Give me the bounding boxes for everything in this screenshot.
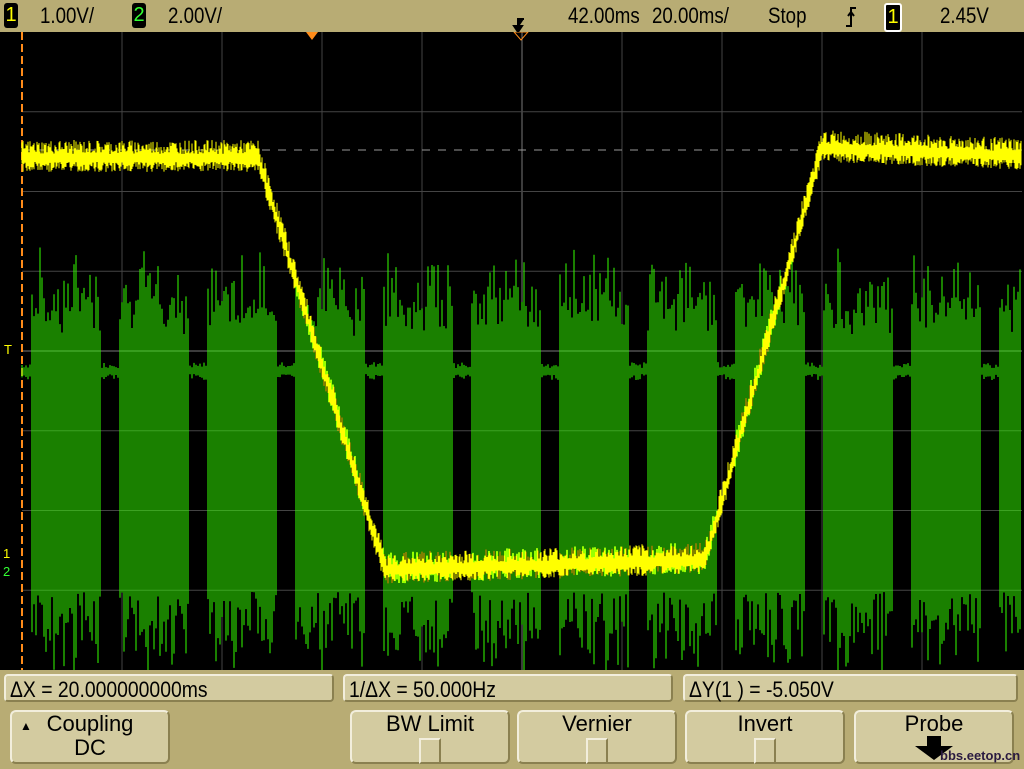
vernier-softkey[interactable]: Vernier	[517, 710, 677, 764]
ch2-ground-marker[interactable]: 2	[3, 564, 10, 579]
invert-label: Invert	[737, 711, 793, 736]
trigger-position-icon	[512, 31, 530, 41]
trigger-source-badge[interactable]: 1	[884, 3, 902, 32]
menu-up-icon: ▲	[20, 719, 32, 733]
invert-checkbox[interactable]	[754, 738, 776, 764]
ch1-scale: 1.00V/	[40, 3, 95, 28]
rising-edge-icon	[845, 6, 857, 34]
probe-label: Probe	[904, 711, 964, 736]
ch1-ground-marker[interactable]: 1	[3, 546, 10, 561]
watermark: bbs.eetop.cn	[940, 748, 1021, 763]
coupling-softkey[interactable]: ▲ Coupling DC	[10, 710, 170, 764]
cursor-marker-icon	[306, 32, 318, 40]
coupling-value: DC	[74, 735, 106, 760]
ch2-scale: 2.00V/	[168, 3, 223, 28]
run-state: Stop	[768, 3, 807, 28]
ch2-badge[interactable]: 2	[132, 3, 146, 28]
status-bar: 1 1.00V/ 2 2.00V/ 42.00ms 20.00ms/ Stop …	[0, 0, 1024, 34]
vernier-label: Vernier	[562, 711, 632, 736]
ch1-badge[interactable]: 1	[4, 3, 18, 28]
delay-reference-icon	[512, 14, 526, 34]
coupling-label: Coupling	[46, 711, 134, 736]
waveform-display[interactable]: T 1 2	[0, 31, 1024, 680]
delta-x-readout: ΔX = 20.000000000ms	[4, 674, 334, 702]
delay-value: 42.00ms	[568, 3, 640, 28]
delta-y-readout: ΔY(1 ) = -5.050V	[683, 674, 1018, 702]
invert-softkey[interactable]: Invert	[685, 710, 845, 764]
graticule	[21, 31, 1022, 680]
bw-limit-label: BW Limit	[386, 711, 474, 736]
trigger-level-marker[interactable]: T	[4, 342, 12, 357]
ch2-trace	[21, 247, 1021, 680]
timebase-value: 20.00ms/	[652, 3, 729, 28]
bw-limit-softkey[interactable]: BW Limit	[350, 710, 510, 764]
trigger-level: 2.45V	[940, 3, 989, 28]
bw-limit-checkbox[interactable]	[419, 738, 441, 764]
vernier-checkbox[interactable]	[586, 738, 608, 764]
inverse-delta-x-readout: 1/ΔX = 50.000Hz	[343, 674, 673, 702]
